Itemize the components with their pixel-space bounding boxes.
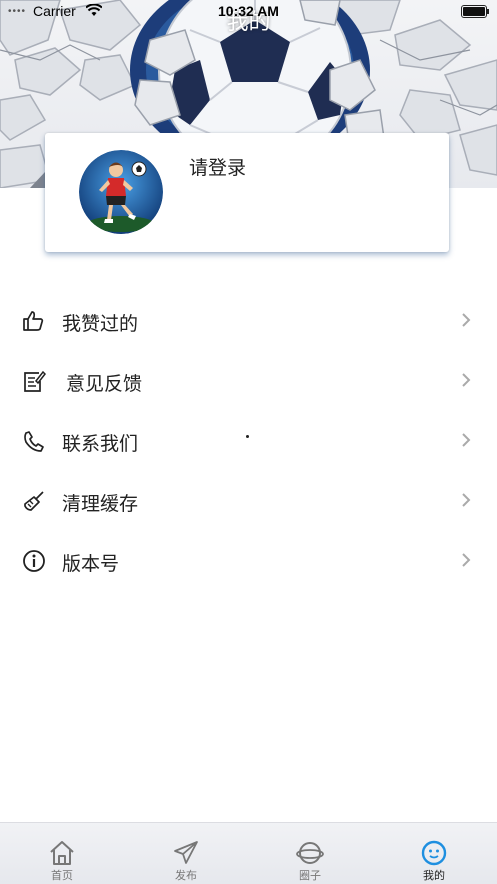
soccer-player-avatar-icon: [79, 150, 163, 234]
menu-item-liked[interactable]: 我赞过的: [0, 290, 497, 350]
tab-label: 圈子: [299, 869, 321, 882]
login-prompt[interactable]: 请登录: [189, 153, 246, 180]
tab-label: 发布: [175, 869, 197, 882]
status-bar: •••• Carrier 10:32 AM: [0, 0, 497, 22]
tab-bar: 首页 发布 圈子 我的: [0, 822, 497, 884]
stray-dot: [246, 435, 249, 438]
tab-mine[interactable]: 我的: [372, 823, 496, 884]
thumbs-up-icon: [23, 311, 44, 331]
feedback-edit-icon: [24, 370, 46, 392]
tab-label: 我的: [423, 869, 445, 882]
info-icon: [23, 550, 45, 572]
menu-item-clear-cache[interactable]: 清理缓存: [0, 470, 497, 530]
profile-card[interactable]: 请登录: [45, 133, 449, 252]
broom-icon: [24, 491, 44, 511]
menu-item-feedback[interactable]: 意见反馈: [0, 350, 497, 410]
chevron-right-icon: [462, 433, 471, 447]
menu-item-label: 版本号: [62, 553, 120, 575]
home-icon: [50, 841, 74, 865]
menu-item-label: 清理缓存: [62, 493, 139, 515]
paper-plane-icon: [174, 841, 198, 864]
chevron-right-icon: [462, 373, 471, 387]
status-time: 10:32 AM: [218, 3, 279, 19]
menu-item-label: 联系我们: [62, 433, 139, 455]
chevron-right-icon: [462, 553, 471, 567]
battery-icon: [461, 5, 489, 18]
menu-item-contact[interactable]: 联系我们: [0, 410, 497, 470]
tab-label: 首页: [51, 869, 73, 882]
phone-icon: [24, 431, 44, 452]
menu-item-label: 我赞过的: [62, 313, 139, 335]
menu-item-version[interactable]: 版本号: [0, 530, 497, 590]
tab-home[interactable]: 首页: [0, 823, 124, 884]
chevron-right-icon: [462, 493, 471, 507]
menu-item-label: 意见反馈: [66, 373, 143, 395]
smiley-icon: [421, 840, 447, 866]
chevron-right-icon: [462, 313, 471, 327]
planet-icon: [296, 842, 324, 864]
tab-circle[interactable]: 圈子: [248, 823, 372, 884]
tab-publish[interactable]: 发布: [124, 823, 248, 884]
avatar[interactable]: [79, 150, 163, 234]
settings-menu: 我赞过的 意见反馈 联系我们 清理缓存 版本号: [0, 290, 497, 590]
